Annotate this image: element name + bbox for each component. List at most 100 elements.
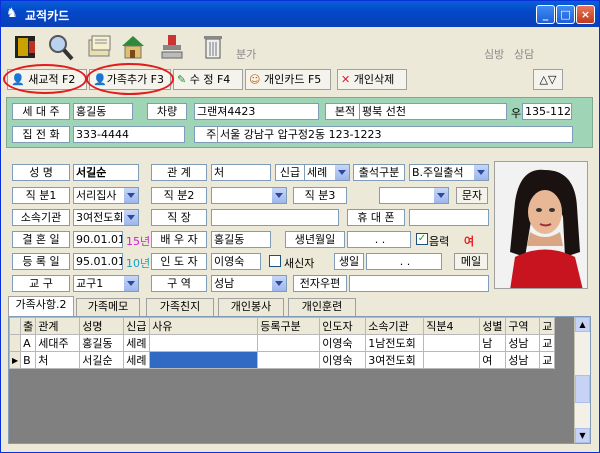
table-cell[interactable]: 1남전도회 [365, 334, 425, 352]
documents-icon[interactable] [85, 32, 115, 62]
newcomer-label: 새신자 [284, 257, 315, 270]
scroll-down-icon[interactable]: ▼ [575, 428, 590, 443]
table-cell[interactable]: 성남 [505, 334, 541, 352]
delete-person-button[interactable]: ✕ 개인삭제 [337, 69, 407, 90]
table-cell[interactable]: 처 [35, 351, 81, 369]
guide-field[interactable]: 이영숙 [211, 253, 261, 270]
personal-card-button[interactable]: ☺ 개인카드 F5 [245, 69, 331, 90]
table-cell[interactable]: 이영숙 [319, 334, 367, 352]
table-row[interactable]: ▶ B 처 서길순 세례 이영숙 3여전도회 여 성남 교 [8, 351, 556, 369]
spouse-label: 배 우 자 [151, 231, 207, 248]
counsel-label[interactable]: 상담 [514, 46, 534, 62]
chevron-down-icon [437, 193, 445, 198]
address-field[interactable]: 서울 강남구 압구정2동 123-1223 [217, 126, 573, 143]
nav-updown-button[interactable]: △▽ [533, 69, 563, 90]
area-select[interactable]: 성남 [211, 275, 287, 292]
attend-select[interactable]: B.주일출석 [409, 164, 489, 181]
table-cell[interactable]: 이영숙 [319, 351, 367, 369]
visit-label[interactable]: 심방 [484, 46, 504, 62]
split-household-label[interactable]: 분가 [236, 46, 256, 62]
table-cell[interactable]: 성남 [505, 351, 541, 369]
column-header[interactable]: 구역 [505, 317, 541, 335]
mobile-field[interactable] [409, 209, 489, 226]
table-cell-selected[interactable] [149, 351, 259, 369]
column-header[interactable]: 소속기관 [365, 317, 425, 335]
magnifier-icon[interactable] [45, 32, 75, 62]
column-header[interactable]: 출 [20, 317, 37, 335]
house-family-icon[interactable] [118, 32, 148, 62]
name-field[interactable]: 서길순 [73, 164, 139, 181]
tab-service[interactable]: 개인봉사 [218, 298, 284, 316]
register-field[interactable]: 95.01.01 [73, 253, 123, 270]
column-header[interactable]: 관계 [35, 317, 81, 335]
duty3-select[interactable] [379, 187, 449, 204]
column-header[interactable]: 교 [539, 317, 556, 335]
edit-button[interactable]: ✎ 수 정 F4 [173, 69, 243, 90]
family-grid[interactable]: 출 관계 성명 신급 사유 등록구분 인도자 소속기관 직분4 성별 구역 교 … [8, 316, 591, 444]
table-cell[interactable]: B [20, 351, 37, 369]
head-field[interactable]: 홍길동 [73, 103, 133, 120]
column-header[interactable]: 직분4 [423, 317, 481, 335]
table-cell[interactable] [149, 334, 259, 352]
column-header[interactable]: 성명 [79, 317, 125, 335]
newcomer-checkbox[interactable] [269, 255, 281, 267]
home-phone-field[interactable]: 333-4444 [73, 126, 185, 143]
birthdate-field[interactable]: . . [347, 231, 411, 248]
table-cell[interactable]: 남 [479, 334, 507, 352]
table-cell[interactable] [423, 351, 481, 369]
tab-family[interactable]: 가족사항.2 [8, 296, 74, 316]
vertical-scrollbar[interactable]: ▲ ▼ [574, 317, 590, 443]
tab-family-memo[interactable]: 가족메모 [76, 298, 140, 316]
table-cell[interactable]: 교 [539, 351, 556, 369]
table-row[interactable]: A 세대주 홍길동 세례 이영숙 1남전도회 남 성남 교 [8, 334, 556, 352]
email-field[interactable] [349, 275, 489, 292]
maximize-button[interactable]: □ [556, 5, 575, 24]
duty2-select[interactable] [211, 187, 287, 204]
table-cell[interactable] [257, 351, 321, 369]
table-cell[interactable]: 세대주 [35, 334, 81, 352]
table-cell[interactable]: A [20, 334, 37, 352]
minimize-button[interactable]: _ [536, 5, 555, 24]
relation-field[interactable]: 처 [211, 164, 271, 181]
book-icon[interactable] [11, 32, 41, 62]
district-select[interactable]: 교구1 [73, 275, 139, 292]
table-cell[interactable]: 세례 [123, 351, 151, 369]
table-cell[interactable]: 3여전도회 [365, 351, 425, 369]
column-header[interactable]: 신급 [123, 317, 151, 335]
car-field[interactable]: 그랜져4423 [194, 103, 319, 120]
trash-icon[interactable] [198, 32, 228, 62]
birthday-label: 생일 [334, 253, 364, 270]
table-cell[interactable]: 교 [539, 334, 556, 352]
lunar-checkbox[interactable]: ✓ [416, 233, 428, 245]
job-field[interactable] [211, 209, 339, 226]
zip-field[interactable]: 135-112 [522, 103, 572, 120]
scroll-up-icon[interactable]: ▲ [575, 317, 590, 332]
car-label: 차량 [147, 103, 187, 120]
mail-button[interactable]: 메일 [454, 253, 488, 270]
table-cell[interactable]: 홍길동 [79, 334, 125, 352]
column-header[interactable]: 인도자 [319, 317, 367, 335]
origin-field[interactable]: 평북 선천 [359, 103, 507, 120]
scroll-thumb[interactable] [575, 375, 590, 403]
table-cell[interactable] [423, 334, 481, 352]
close-button[interactable]: × [576, 5, 595, 24]
table-cell[interactable]: 여 [479, 351, 507, 369]
birthday-field[interactable]: . . [366, 253, 442, 270]
new-old-select[interactable]: 세례 [304, 164, 350, 181]
stamp-icon[interactable] [158, 32, 188, 62]
tab-training[interactable]: 개인훈련 [288, 298, 356, 316]
wedding-field[interactable]: 90.01.01 [73, 231, 123, 248]
column-header[interactable]: 성별 [479, 317, 507, 335]
org-label: 소속기관 [12, 209, 70, 226]
table-cell[interactable] [257, 334, 321, 352]
table-cell[interactable]: 세례 [123, 334, 151, 352]
spouse-field[interactable]: 홍길동 [211, 231, 271, 248]
column-header[interactable]: 사유 [149, 317, 259, 335]
org-select[interactable]: 3여전도회 [73, 209, 139, 226]
duty1-select[interactable]: 서리집사 [73, 187, 139, 204]
sms-button[interactable]: 문자 [456, 187, 488, 204]
table-cell[interactable]: 서길순 [79, 351, 125, 369]
tab-relatives[interactable]: 가족친지 [146, 298, 214, 316]
highlight-ring [3, 64, 87, 94]
column-header[interactable]: 등록구분 [257, 317, 321, 335]
